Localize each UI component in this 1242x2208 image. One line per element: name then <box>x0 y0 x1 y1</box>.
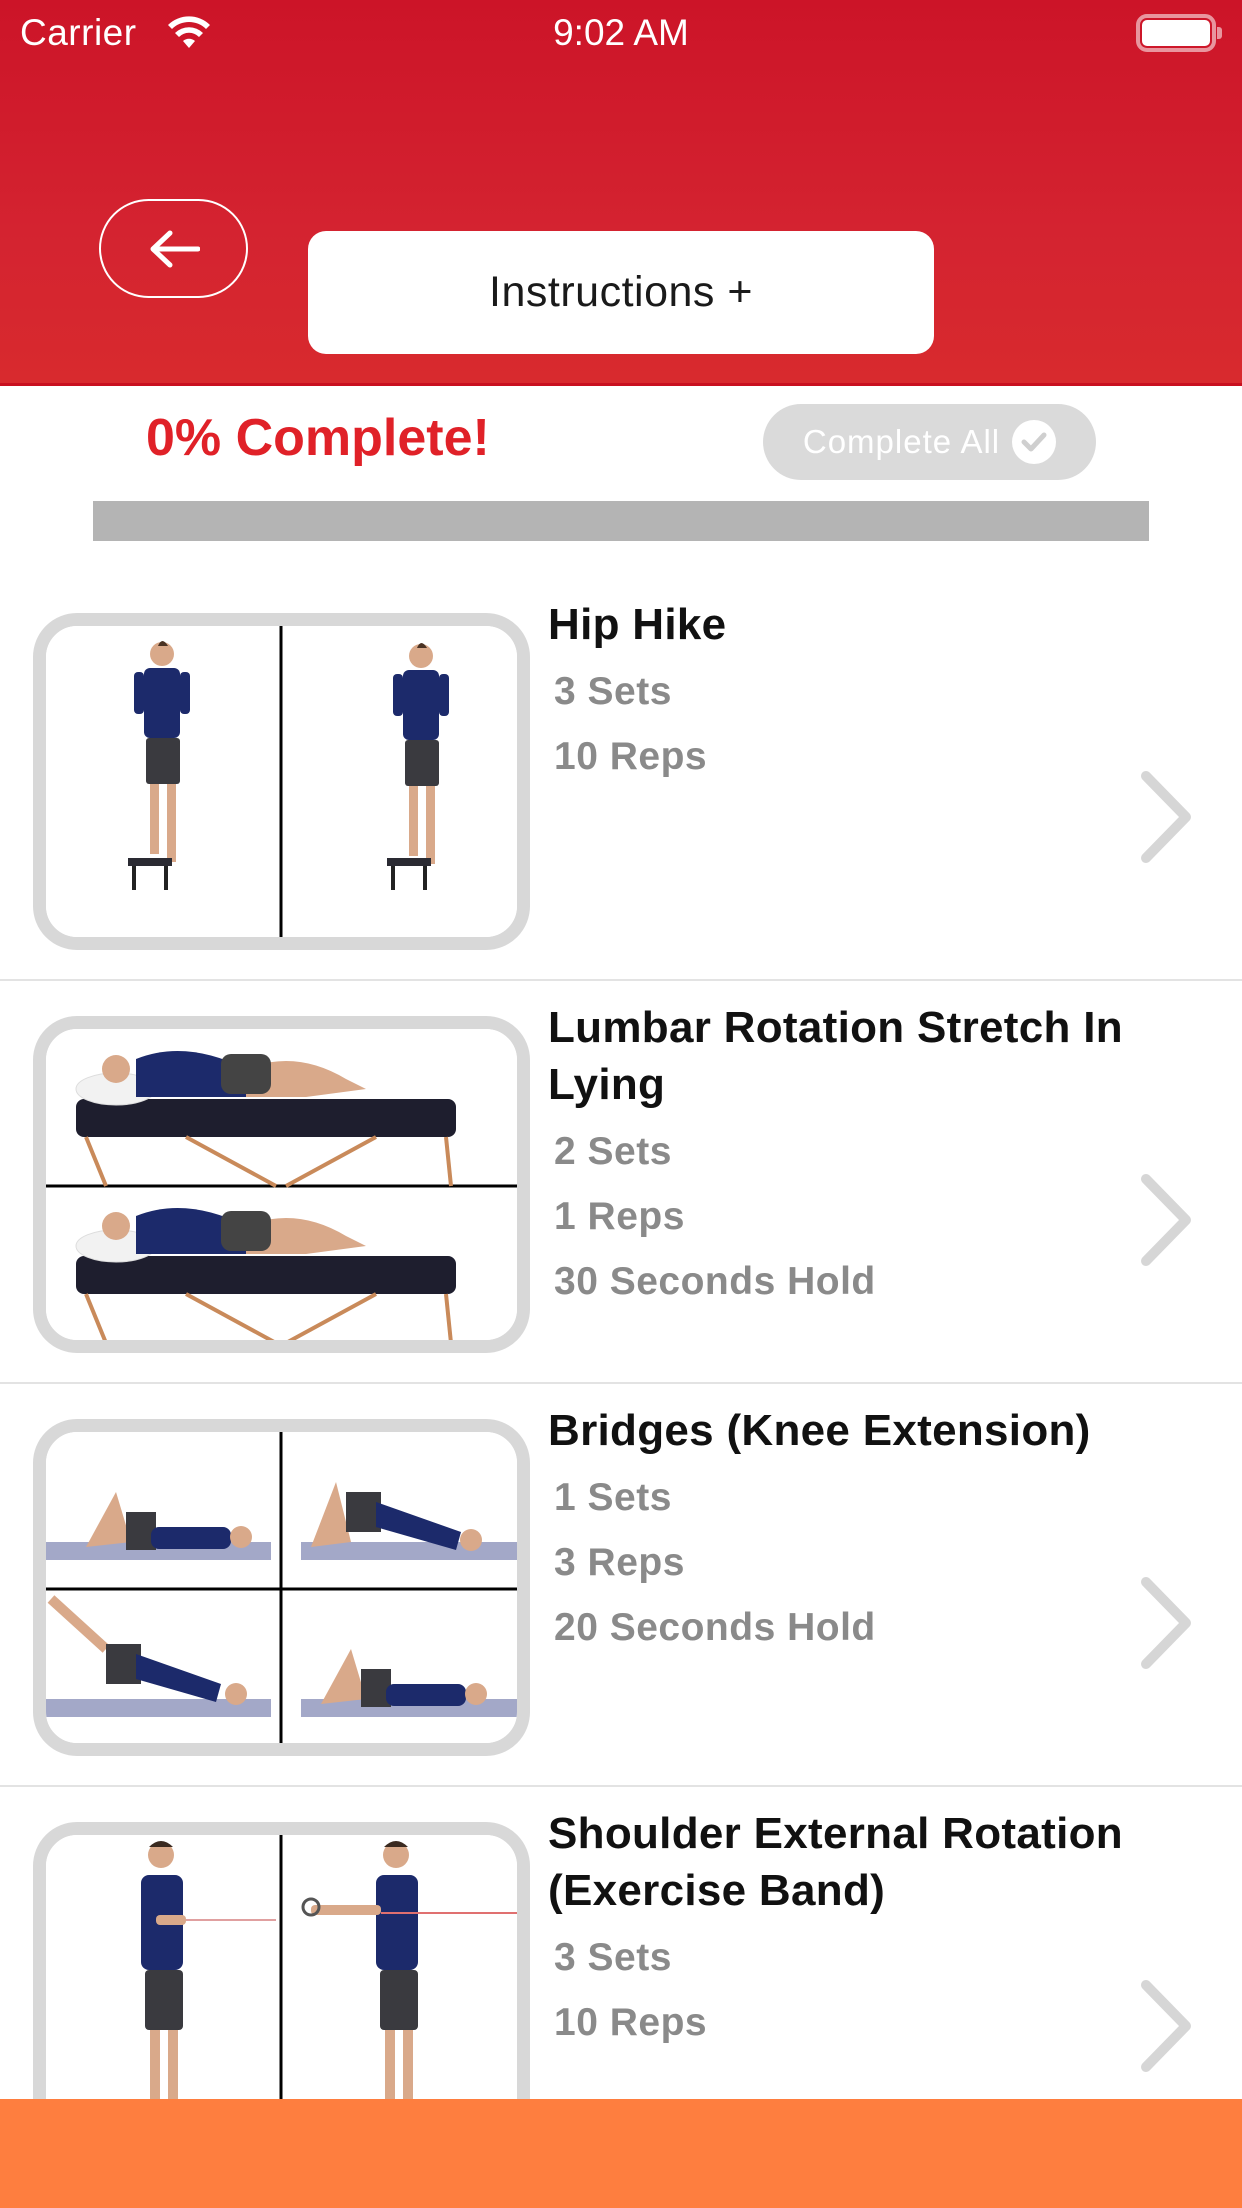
exercise-row[interactable]: Bridges (Knee Extension) 1 Sets 3 Reps 2… <box>0 1384 1242 1787</box>
exercise-info: Shoulder External Rotation (Exercise Ban… <box>548 1805 1168 2055</box>
header: Carrier 9:02 AM Instructions + <box>0 0 1242 386</box>
status-bar: Carrier 9:02 AM <box>0 0 1242 66</box>
exercise-hold: 30 Seconds Hold <box>554 1260 876 1303</box>
exercise-sets: 3 Sets <box>554 670 672 713</box>
exercise-info: Bridges (Knee Extension) 1 Sets 3 Reps 2… <box>548 1402 1168 1660</box>
progress-label: 0% Complete! <box>146 409 490 467</box>
complete-all-button[interactable]: Complete All <box>763 404 1096 480</box>
hip-hike-thumbnail <box>33 613 530 950</box>
exercise-reps: 10 Reps <box>554 735 708 778</box>
exercise-info: Hip Hike 3 Sets 10 Reps <box>548 596 1168 789</box>
exercise-row[interactable]: Hip Hike 3 Sets 10 Reps <box>0 578 1242 981</box>
exercise-title: Hip Hike <box>548 600 727 649</box>
complete-all-label: Complete All <box>802 423 1001 460</box>
exercise-reps: 10 Reps <box>554 2001 708 2044</box>
chevron-right-icon[interactable] <box>1138 1576 1194 1670</box>
exercise-title: Lumbar Rotation Stretch In Lying <box>548 1003 1123 1109</box>
bottom-bar <box>0 2099 1242 2208</box>
back-button[interactable] <box>99 199 248 298</box>
exercise-hold: 20 Seconds Hold <box>554 1606 876 1649</box>
chevron-right-icon[interactable] <box>1138 1979 1194 2073</box>
progress-bar <box>93 501 1149 541</box>
instructions-button[interactable]: Instructions + <box>308 231 934 354</box>
lumbar-rotation-thumbnail <box>33 1016 530 1353</box>
exercise-sets: 2 Sets <box>554 1130 672 1173</box>
exercise-title: Bridges (Knee Extension) <box>548 1406 1091 1455</box>
battery-icon <box>1136 14 1222 52</box>
chevron-right-icon[interactable] <box>1138 770 1194 864</box>
exercise-row[interactable]: Lumbar Rotation Stretch In Lying 2 Sets … <box>0 981 1242 1384</box>
bridges-thumbnail <box>33 1419 530 1756</box>
exercise-sets: 1 Sets <box>554 1476 672 1519</box>
exercise-reps: 3 Reps <box>554 1541 685 1584</box>
exercise-sets: 3 Sets <box>554 1936 672 1979</box>
exercise-reps: 1 Reps <box>554 1195 685 1238</box>
check-circle-icon <box>1012 420 1057 464</box>
arrow-left-icon <box>150 230 200 267</box>
exercise-list: Hip Hike 3 Sets 10 Reps Lumbar Rotation … <box>0 578 1242 2190</box>
clock: 9:02 AM <box>553 12 689 53</box>
exercise-info: Lumbar Rotation Stretch In Lying 2 Sets … <box>548 999 1168 1314</box>
exercise-title: Shoulder External Rotation (Exercise Ban… <box>548 1809 1123 1915</box>
chevron-right-icon[interactable] <box>1138 1173 1194 1267</box>
